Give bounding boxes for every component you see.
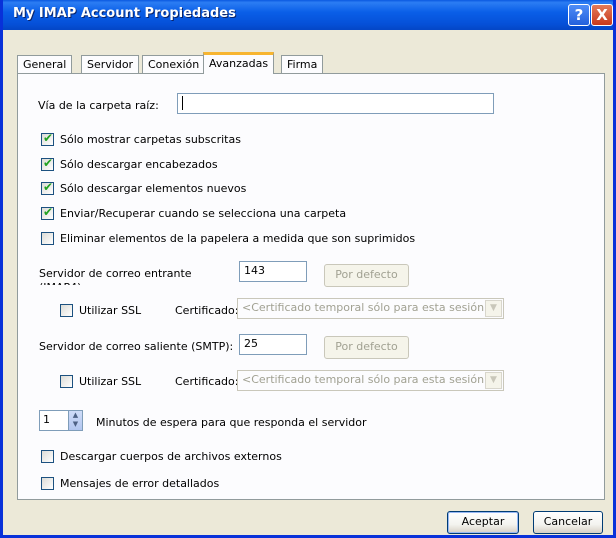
outgoing-port-input[interactable]: 25 bbox=[239, 334, 307, 355]
outgoing-cert-select[interactable]: <Certificado temporal sólo para esta ses… bbox=[237, 370, 504, 391]
checkbox-label: Mensajes de error detallados bbox=[60, 477, 220, 490]
chevron-down-icon[interactable]: ▼ bbox=[485, 300, 502, 317]
spin-up-icon[interactable]: ▲ bbox=[69, 411, 82, 420]
checkbox-label: Sólo mostrar carpetas subscritas bbox=[60, 133, 241, 146]
timeout-label: Minutos de espera para que responda el s… bbox=[96, 416, 367, 429]
checkbox-box[interactable] bbox=[41, 477, 54, 490]
checkbox-label: Sólo descargar elementos nuevos bbox=[60, 182, 247, 195]
incoming-cert-label: Certificado: bbox=[175, 304, 239, 317]
checkbox-label: Enviar/Recuperar cuando se selecciona un… bbox=[60, 207, 347, 220]
root-folder-input[interactable] bbox=[177, 93, 494, 114]
properties-dialog: My IMAP Account Propiedades ? X General … bbox=[0, 0, 616, 538]
check-icon: ✔ bbox=[43, 180, 54, 194]
spin-down-icon[interactable]: ▼ bbox=[69, 420, 82, 429]
check-icon: ✔ bbox=[43, 156, 54, 170]
incoming-server-label: Servidor de correo entrante (IMAP4): bbox=[39, 267, 192, 285]
checkbox-box[interactable]: ✔ bbox=[41, 131, 54, 146]
check-icon: ✔ bbox=[43, 131, 54, 145]
checkbox-label: Descargar cuerpos de archivos externos bbox=[60, 450, 282, 463]
timeout-spinner[interactable]: ▲ ▼ bbox=[68, 410, 83, 431]
help-icon[interactable]: ? bbox=[568, 4, 590, 26]
outgoing-cert-label: Certificado: bbox=[175, 375, 239, 388]
checkbox-box[interactable] bbox=[60, 375, 73, 388]
tab-general[interactable]: General bbox=[17, 55, 73, 74]
tab-avanzadas[interactable]: Avanzadas bbox=[203, 52, 275, 74]
checkbox-label: Utilizar SSL bbox=[79, 304, 142, 317]
text-cursor bbox=[182, 96, 183, 110]
checkbox-box[interactable]: ✔ bbox=[41, 205, 54, 220]
checkbox-box[interactable] bbox=[60, 304, 73, 317]
checkbox-box[interactable]: ✔ bbox=[41, 156, 54, 171]
advanced-panel: Vía de la carpeta raíz: ✔ Sólo mostrar c… bbox=[17, 73, 605, 500]
incoming-cert-value: <Certificado temporal sólo para esta ses… bbox=[242, 301, 494, 314]
tab-firma[interactable]: Firma bbox=[281, 55, 324, 74]
window-title: My IMAP Account Propiedades bbox=[13, 6, 236, 21]
incoming-port-input[interactable]: 143 bbox=[239, 261, 307, 282]
tab-servidor[interactable]: Servidor bbox=[81, 55, 140, 74]
checkbox-box[interactable] bbox=[41, 232, 54, 245]
incoming-default-button[interactable]: Por defecto bbox=[324, 264, 409, 287]
chevron-down-icon[interactable]: ▼ bbox=[485, 372, 502, 389]
timeout-input[interactable]: 1 bbox=[39, 410, 69, 431]
check-icon: ✔ bbox=[43, 205, 54, 219]
checkbox-label: Sólo descargar encabezados bbox=[60, 158, 218, 171]
checkbox-label: Utilizar SSL bbox=[79, 375, 142, 388]
close-icon[interactable]: X bbox=[591, 4, 613, 26]
title-bar[interactable]: My IMAP Account Propiedades ? X bbox=[3, 0, 613, 30]
incoming-cert-select[interactable]: <Certificado temporal sólo para esta ses… bbox=[237, 298, 504, 319]
outgoing-cert-value: <Certificado temporal sólo para esta ses… bbox=[242, 373, 494, 386]
ok-button[interactable]: Aceptar bbox=[447, 511, 519, 534]
checkbox-label: Eliminar elementos de la papelera a medi… bbox=[60, 232, 416, 245]
cancel-button[interactable]: Cancelar bbox=[533, 511, 603, 534]
tab-conexion[interactable]: Conexión bbox=[142, 55, 206, 74]
outgoing-default-button[interactable]: Por defecto bbox=[324, 336, 409, 359]
checkbox-box[interactable]: ✔ bbox=[41, 180, 54, 195]
outgoing-server-label: Servidor de correo saliente (SMTP): bbox=[39, 340, 234, 353]
root-folder-label: Vía de la carpeta raíz: bbox=[38, 99, 159, 112]
checkbox-box[interactable] bbox=[41, 450, 54, 463]
